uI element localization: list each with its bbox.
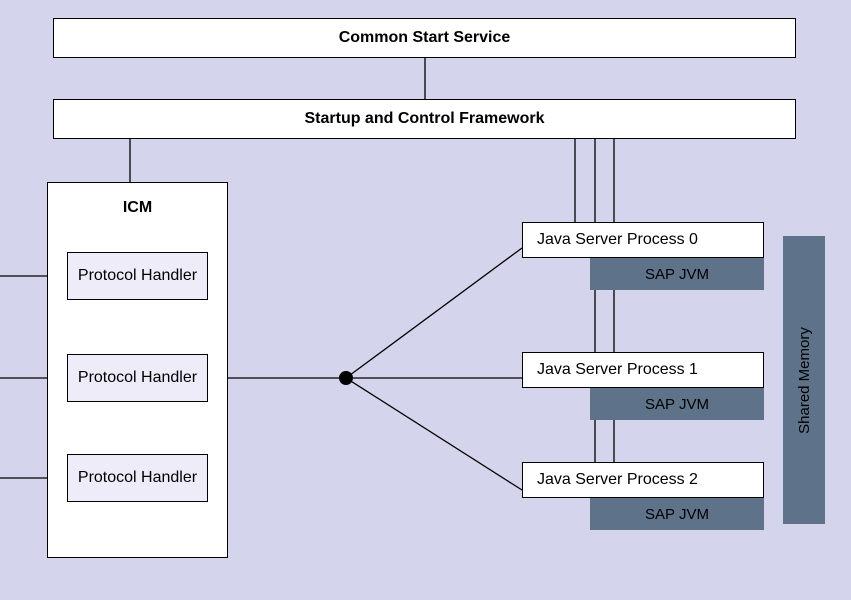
protocol-handler-2-label: Protocol Handler bbox=[78, 369, 197, 387]
jvm1-box: SAP JVM bbox=[590, 388, 764, 420]
jvm0-label: SAP JVM bbox=[645, 266, 709, 283]
jvm1-label: SAP JVM bbox=[645, 396, 709, 413]
jsp1-box: Java Server Process 1 bbox=[522, 352, 764, 388]
shared-memory-label: Shared Memory bbox=[796, 327, 813, 434]
protocol-handler-3-label: Protocol Handler bbox=[78, 469, 197, 487]
protocol-handler-1-label: Protocol Handler bbox=[78, 267, 197, 285]
jsp2-label: Java Server Process 2 bbox=[537, 471, 698, 489]
jvm2-label: SAP JVM bbox=[645, 506, 709, 523]
common-start-label: Common Start Service bbox=[339, 29, 511, 47]
jsp0-box: Java Server Process 0 bbox=[522, 222, 764, 258]
shared-memory-bar: Shared Memory bbox=[783, 236, 825, 524]
jvm0-box: SAP JVM bbox=[590, 258, 764, 290]
jsp1-label: Java Server Process 1 bbox=[537, 361, 698, 379]
protocol-handler-1: Protocol Handler bbox=[67, 252, 208, 300]
startup-framework-box: Startup and Control Framework bbox=[53, 99, 796, 139]
icm-label: ICM bbox=[123, 199, 152, 217]
jvm2-box: SAP JVM bbox=[590, 498, 764, 530]
startup-label: Startup and Control Framework bbox=[304, 110, 544, 128]
protocol-handler-2: Protocol Handler bbox=[67, 354, 208, 402]
protocol-handler-3: Protocol Handler bbox=[67, 454, 208, 502]
jsp0-label: Java Server Process 0 bbox=[537, 231, 698, 249]
jsp2-box: Java Server Process 2 bbox=[522, 462, 764, 498]
common-start-service-box: Common Start Service bbox=[53, 18, 796, 58]
